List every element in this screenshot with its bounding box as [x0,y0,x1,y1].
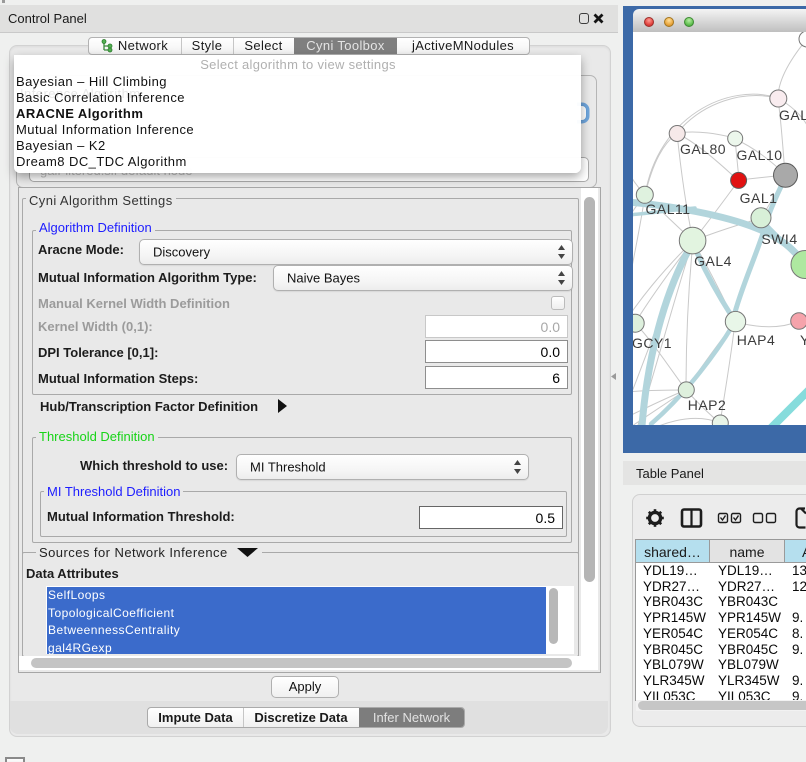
svg-text:HAP2: HAP2 [688,397,727,413]
svg-text:GCY1: GCY1 [633,335,672,351]
svg-text:GAL11: GAL11 [645,201,690,217]
svg-text:GAL4: GAL4 [694,253,732,269]
svg-text:SWI4: SWI4 [761,231,797,247]
svg-text:HAP4: HAP4 [737,332,776,348]
svg-text:Y: Y [800,332,806,348]
svg-text:GAL1: GAL1 [740,190,778,206]
svg-text:GAL8: GAL8 [779,107,806,123]
svg-text:GAL80: GAL80 [680,141,726,157]
svg-text:GAL10: GAL10 [736,147,782,163]
